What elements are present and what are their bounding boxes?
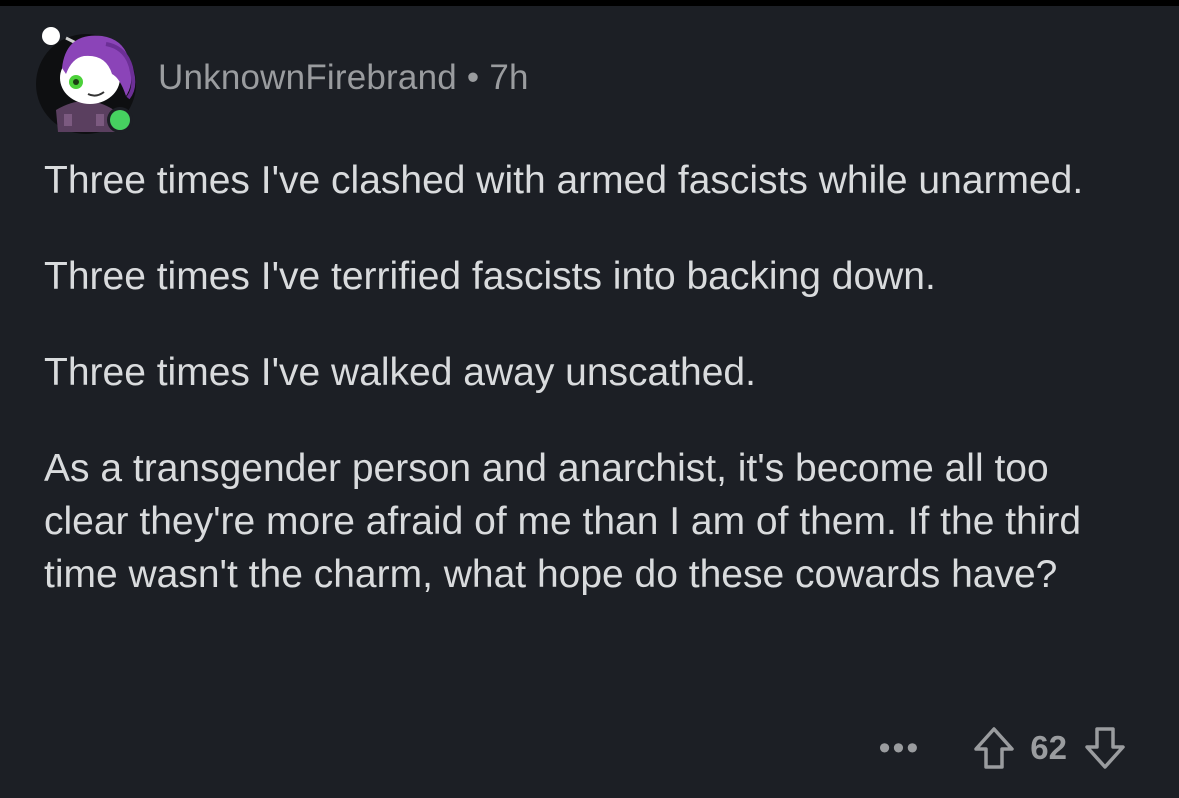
comment-time: 7h [489,58,529,97]
comment-paragraph: Three times I've walked away unscathed. [44,351,756,394]
more-options-button[interactable]: ••• [879,731,921,765]
meta-separator: • [466,58,480,97]
comment-paragraph: As a transgender person and anarchist, i… [44,447,1082,596]
comment: UnknownFirebrand • 7h Three times I've cla… [0,6,1179,798]
arrow-up-icon [974,727,1015,769]
comment-paragraph: Three times I've clashed with armed fasc… [44,159,1084,202]
comment-actions: ••• 62 [879,718,1127,778]
comment-meta: UnknownFirebrand • 7h [158,58,529,98]
arrow-down-icon [1085,727,1125,769]
downvote-button[interactable] [1083,725,1127,771]
upvote-button[interactable] [972,725,1016,771]
comment-body: Three times I've clashed with armed fasc… [44,154,1144,644]
vote-score: 62 [1030,729,1067,766]
author-name[interactable]: UnknownFirebrand [158,58,457,97]
comment-paragraph: Three times I've terrified fascists into… [44,255,936,298]
snoo-avatar-icon [36,27,136,134]
avatar[interactable] [36,18,140,136]
